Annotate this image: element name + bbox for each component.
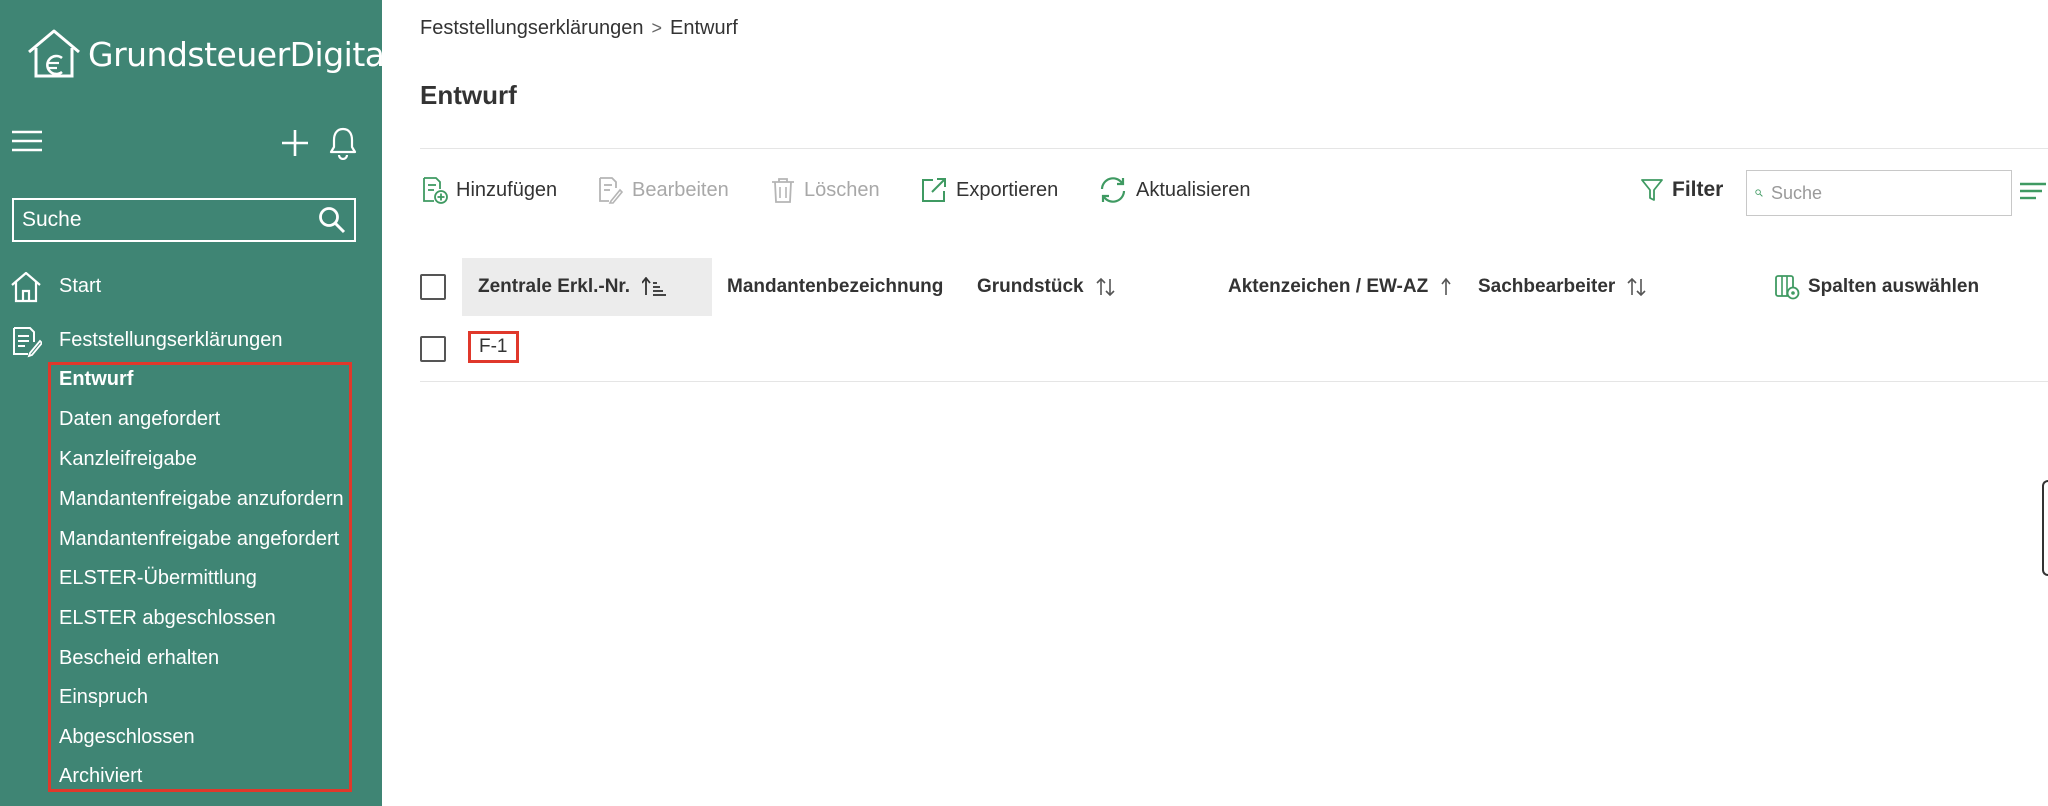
edit-button[interactable]: Bearbeiten: [596, 174, 729, 206]
row-id-cell[interactable]: F-1: [468, 331, 519, 363]
search-icon: [1755, 189, 1763, 197]
app-logo[interactable]: GrundsteuerDigital: [26, 28, 394, 80]
sort-unsorted-icon: [1627, 277, 1646, 297]
filter-funnel-icon: [1641, 179, 1663, 201]
select-columns-button[interactable]: Spalten auswählen: [1774, 258, 1979, 316]
refresh-icon: [1100, 177, 1126, 203]
column-header-label: Zentrale Erkl.-Nr.: [478, 276, 631, 297]
external-link-icon: [922, 178, 946, 202]
edit-document-icon: [599, 177, 624, 204]
refresh-button-label: Aktualisieren: [1136, 178, 1251, 201]
sidebar-search-input[interactable]: [22, 208, 318, 232]
sidebar-toolbar: [12, 124, 364, 164]
add-button-label: Hinzufügen: [456, 178, 558, 201]
sidebar-search: [12, 198, 356, 242]
sidebar-subitem-entwurf[interactable]: Entwurf: [59, 366, 133, 392]
document-edit-icon: [13, 327, 42, 358]
sort-ascending-icon: [642, 277, 667, 296]
add-document-icon: [423, 177, 448, 204]
sidebar-subitem-kanzleifreigabe[interactable]: Kanzleifreigabe: [59, 446, 197, 472]
sort-unsorted-icon: [1096, 277, 1115, 297]
sidebar-subitem-elster-abgeschlossen[interactable]: ELSTER abgeschlossen: [59, 605, 276, 631]
sidebar-subitem-einspruch[interactable]: Einspruch: [59, 684, 148, 710]
select-all-checkbox[interactable]: [420, 274, 446, 300]
column-header-mandantenbezeichnung[interactable]: Mandantenbezeichnung: [727, 258, 943, 316]
search-icon[interactable]: [318, 206, 346, 234]
column-header-aktenzeichen[interactable]: Aktenzeichen / EW-AZ: [1228, 258, 1452, 316]
sidebar-item-start[interactable]: Start: [0, 266, 382, 306]
export-button-label: Exportieren: [956, 178, 1059, 201]
breadcrumb-separator: >: [651, 18, 662, 38]
breadcrumb-current: Entwurf: [669, 17, 738, 39]
house-euro-logo-icon: [28, 29, 80, 78]
home-icon: [11, 271, 41, 303]
row-checkbox[interactable]: [420, 336, 446, 362]
column-header-label: Grundstück: [977, 276, 1084, 297]
sidebar-subitem-elster-uebermittlung[interactable]: ELSTER-Übermittlung: [59, 565, 257, 591]
export-button[interactable]: Exportieren: [920, 174, 1058, 206]
edit-button-label: Bearbeiten: [632, 178, 729, 201]
header-divider: [420, 148, 2048, 149]
column-header-sachbearbeiter[interactable]: Sachbearbeiter: [1478, 258, 1647, 316]
side-panel-handle[interactable]: [2042, 480, 2048, 576]
filter-button[interactable]: Filter: [1640, 174, 1723, 206]
add-button[interactable]: Hinzufügen: [420, 174, 557, 206]
table-search-input[interactable]: [1771, 182, 2003, 204]
column-settings-icon: [1775, 275, 1800, 300]
table-search: [1746, 170, 2012, 216]
bell-icon[interactable]: [328, 126, 358, 160]
sidebar-item-feststellungserklaerungen[interactable]: Feststellungserklärungen: [0, 320, 382, 360]
sidebar-item-label: Feststellungserklärungen: [59, 328, 283, 351]
sidebar-subitem-archiviert[interactable]: Archiviert: [59, 763, 142, 789]
delete-button-label: Löschen: [804, 178, 880, 201]
table-row[interactable]: F-1: [420, 326, 2048, 382]
page-title: Entwurf: [420, 80, 517, 110]
column-header-label: Mandantenbezeichnung: [727, 276, 944, 297]
column-header-label: Sachbearbeiter: [1478, 276, 1616, 297]
column-header-label: Aktenzeichen / EW-AZ: [1228, 276, 1429, 297]
sidebar: GrundsteuerDigital Start: [0, 0, 394, 806]
table-header: Zentrale Erkl.-Nr. Mandantenbezeichnung …: [420, 258, 2048, 316]
sidebar-item-label: Start: [59, 274, 102, 297]
filter-button-label: Filter: [1672, 178, 1724, 201]
hamburger-menu-icon[interactable]: [12, 130, 42, 152]
plus-icon[interactable]: [280, 128, 310, 158]
sidebar-subitem-abgeschlossen[interactable]: Abgeschlossen: [59, 724, 195, 750]
list-options-icon[interactable]: [2020, 182, 2046, 200]
app-logo-text: GrundsteuerDigital: [88, 34, 394, 74]
breadcrumb: Feststellungserklärungen > Entwurf: [420, 17, 738, 40]
refresh-button[interactable]: Aktualisieren: [1098, 174, 1251, 206]
sidebar-subitem-mandantenfreigabe-angefordert[interactable]: Mandantenfreigabe angefordert: [59, 526, 339, 552]
sort-up-arrow-icon: [1441, 277, 1451, 295]
sidebar-subitem-mandantenfreigabe-anzufordern[interactable]: Mandantenfreigabe anzufordern: [59, 486, 344, 512]
breadcrumb-parent-link[interactable]: Feststellungserklärungen: [420, 17, 643, 40]
column-header-grundstueck[interactable]: Grundstück: [977, 258, 1116, 316]
select-columns-label: Spalten auswählen: [1808, 276, 1980, 297]
sidebar-subitem-bescheid-erhalten[interactable]: Bescheid erhalten: [59, 645, 219, 671]
trash-icon: [772, 178, 794, 203]
delete-button[interactable]: Löschen: [770, 174, 880, 206]
sidebar-subitem-daten-angefordert[interactable]: Daten angefordert: [59, 406, 220, 432]
column-header-zentrale-erkl-nr[interactable]: Zentrale Erkl.-Nr.: [462, 258, 712, 316]
